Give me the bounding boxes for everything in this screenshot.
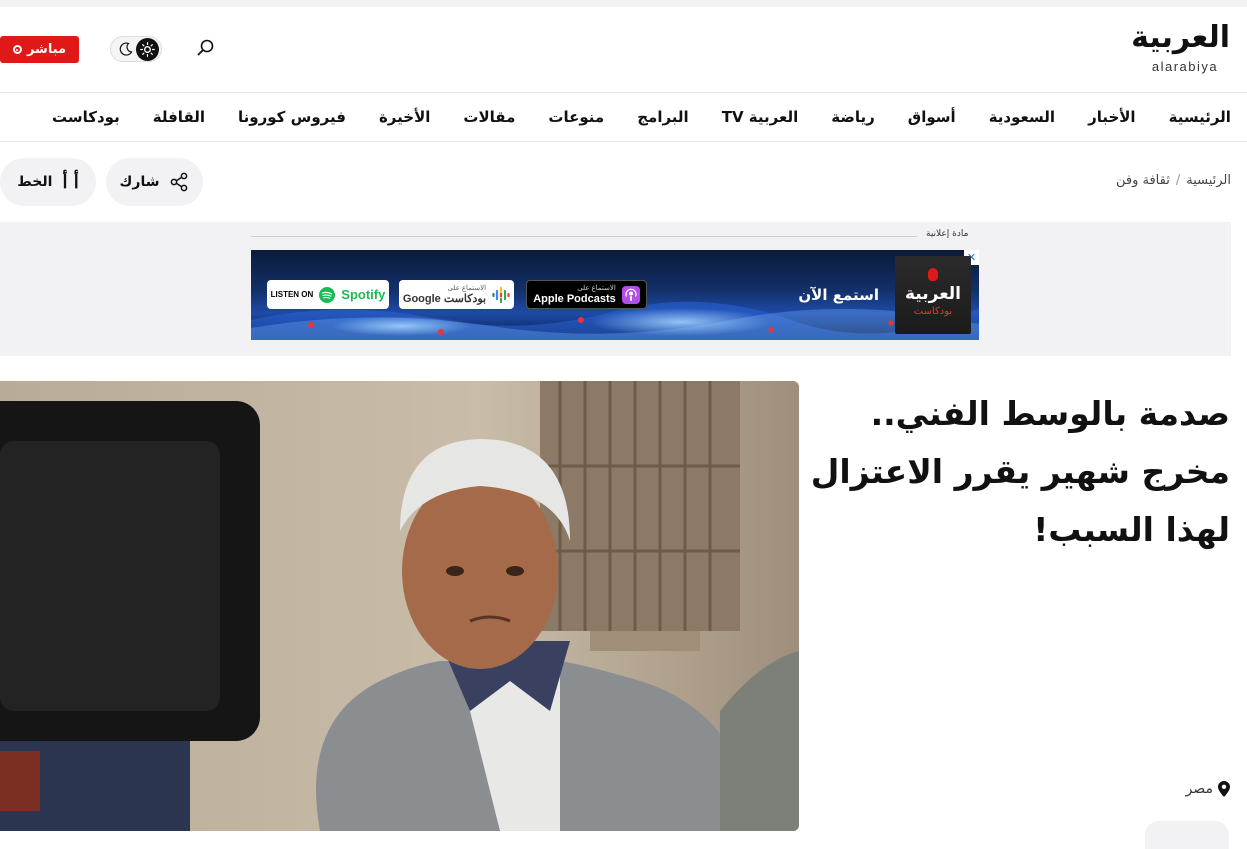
ad-section: مادة إعلانية ✕ العربية بودكاست استمع الآ… (0, 222, 1231, 356)
apple-podcasts-icon (621, 285, 640, 304)
spotify-small-label: LISTEN ON (270, 289, 314, 299)
article-location: مصر (1186, 781, 1230, 797)
apple-podcasts-text: الاستماع على Apple Podcasts (533, 285, 616, 305)
nav-item-news[interactable]: الأخبار (1088, 108, 1136, 126)
podcast-ad-banner[interactable]: ✕ العربية بودكاست استمع الآن الاستماع عل… (251, 250, 979, 340)
location-label: مصر (1185, 781, 1213, 797)
spotify-big-label: Spotify (341, 286, 386, 302)
ad-listen-now: استمع الآن (798, 286, 879, 304)
article-headline: صدمة بالوسط الفني.. مخرج شهير يقرر الاعت… (810, 394, 1230, 549)
breadcrumb-home[interactable]: الرئيسية (1186, 173, 1231, 188)
nav-item-programs[interactable]: البرامج (637, 108, 688, 126)
font-size-icon: أ أ (62, 171, 79, 193)
live-dot-icon (12, 45, 22, 54)
ad-label: مادة إعلانية (926, 229, 969, 239)
breadcrumb-separator: / (1175, 173, 1181, 188)
google-big-label: Google بودكاست (402, 292, 487, 305)
nav-item-saudi[interactable]: السعودية (989, 108, 1055, 126)
ad-logo-text: العربية (904, 284, 961, 304)
google-small-label: الاستماع على (447, 284, 487, 292)
nav-item-markets[interactable]: أسواق (908, 108, 956, 126)
font-size-button[interactable]: أ أ الخط (0, 158, 96, 206)
logo-arabic: العربية (1131, 20, 1231, 55)
nav-item-articles[interactable]: مقالات (463, 108, 515, 126)
main-nav: الرئيسية الأخبار السعودية أسواق رياضة ال… (0, 93, 1247, 142)
hero-photo-illustration (0, 381, 799, 831)
apple-small-label: الاستماع على (577, 284, 616, 292)
share-button[interactable]: شارك (106, 158, 203, 206)
microphone-icon (928, 268, 938, 281)
logo-english: alarabiya (1151, 59, 1219, 74)
sun-icon (136, 38, 159, 61)
ad-logo-subtitle: بودكاست (913, 306, 953, 317)
breadcrumb: الرئيسية / ثقافة وفن (1116, 173, 1231, 188)
nav-item-corona[interactable]: فيروس كورونا (238, 108, 346, 126)
nav-item-home[interactable]: الرئيسية (1169, 108, 1231, 126)
search-icon[interactable] (196, 38, 216, 58)
nav-item-podcast[interactable]: بودكاست (52, 108, 120, 126)
google-podcasts-text: الاستماع على Google بودكاست (403, 285, 486, 305)
article-hero-image[interactable] (0, 381, 799, 831)
top-strip (0, 0, 1247, 7)
apple-podcasts-button[interactable]: الاستماع على Apple Podcasts (526, 280, 647, 309)
nav-item-sports[interactable]: رياضة (831, 108, 875, 126)
share-icon (171, 172, 188, 192)
apple-big-label: Apple Podcasts (533, 292, 616, 305)
spotify-icon (319, 286, 336, 303)
theme-toggle[interactable] (110, 36, 162, 62)
moon-icon (119, 42, 133, 56)
site-logo[interactable]: العربية alarabiya (1131, 20, 1231, 77)
google-podcasts-icon (492, 286, 510, 303)
ad-divider (251, 236, 917, 237)
nav-item-tv[interactable]: العربية TV (722, 108, 799, 126)
nav-item-varieties[interactable]: منوعات (548, 108, 604, 126)
nav-item-caravan[interactable]: القافلة (153, 108, 205, 126)
nav-item-latest[interactable]: الأخيرة (379, 108, 430, 126)
live-button[interactable]: مباشر (0, 36, 79, 63)
site-header: العربية alarabiya مباشر (0, 7, 1247, 93)
live-label: مباشر (26, 42, 67, 57)
ad-podcast-logo: العربية بودكاست (895, 256, 971, 334)
share-label: شارك (119, 174, 160, 190)
google-podcasts-button[interactable]: الاستماع على Google بودكاست (399, 280, 514, 309)
bottom-action-pill[interactable] (1145, 821, 1229, 849)
spotify-button[interactable]: LISTEN ON Spotify (267, 280, 389, 309)
font-label: الخط (17, 174, 53, 190)
location-pin-icon (1218, 781, 1230, 797)
breadcrumb-section[interactable]: ثقافة وفن (1116, 173, 1170, 188)
